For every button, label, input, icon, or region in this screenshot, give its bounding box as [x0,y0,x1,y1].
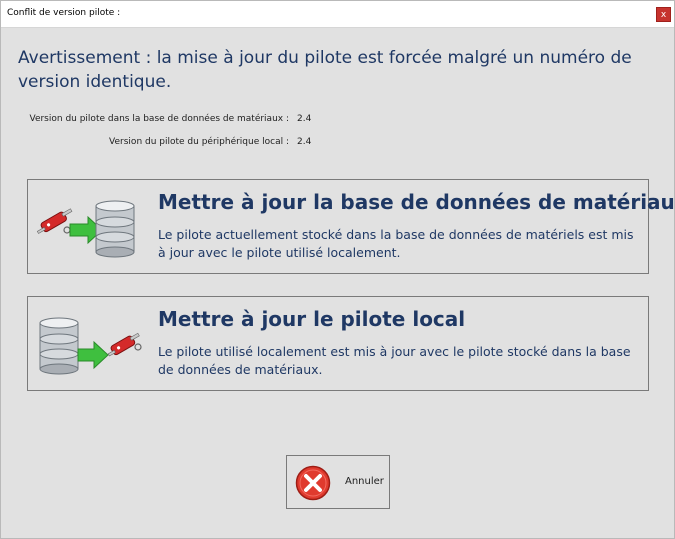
cancel-button[interactable]: Annuler [286,455,390,509]
update-local-driver-button[interactable]: Mettre à jour le pilote local Le pilote … [27,296,649,391]
database-to-knife-icon [39,317,142,375]
window-title: Conflit de version pilote : [7,8,121,18]
update-database-button[interactable]: Mettre à jour la base de données de maté… [27,179,675,274]
info-row-database-version: Version du pilote dans la base de donnée… [1,114,675,128]
info-value: 2.4 [297,114,312,124]
action-description: Le pilote utilisé localement est mis à j… [158,344,631,377]
cancel-icon [295,465,331,501]
action-description: Le pilote actuellement stocké dans la ba… [158,227,634,260]
warning-message: Avertissement : la mise à jour du pilote… [18,48,632,92]
action-title: Mettre à jour la base de données de maté… [158,190,675,214]
info-value: 2.4 [297,137,312,147]
close-button[interactable]: x [656,7,671,22]
action-title: Mettre à jour le pilote local [158,307,466,331]
info-label: Version du pilote du périphérique local … [109,137,289,147]
knife-to-database-icon [36,200,135,258]
cancel-label: Annuler [345,476,384,487]
info-label: Version du pilote dans la base de donnée… [29,114,289,124]
info-row-local-version: Version du pilote du périphérique local … [1,137,675,151]
title-bar[interactable]: Conflit de version pilote : x [1,1,674,28]
dialog-window: Conflit de version pilote : x Avertissem… [0,0,675,539]
